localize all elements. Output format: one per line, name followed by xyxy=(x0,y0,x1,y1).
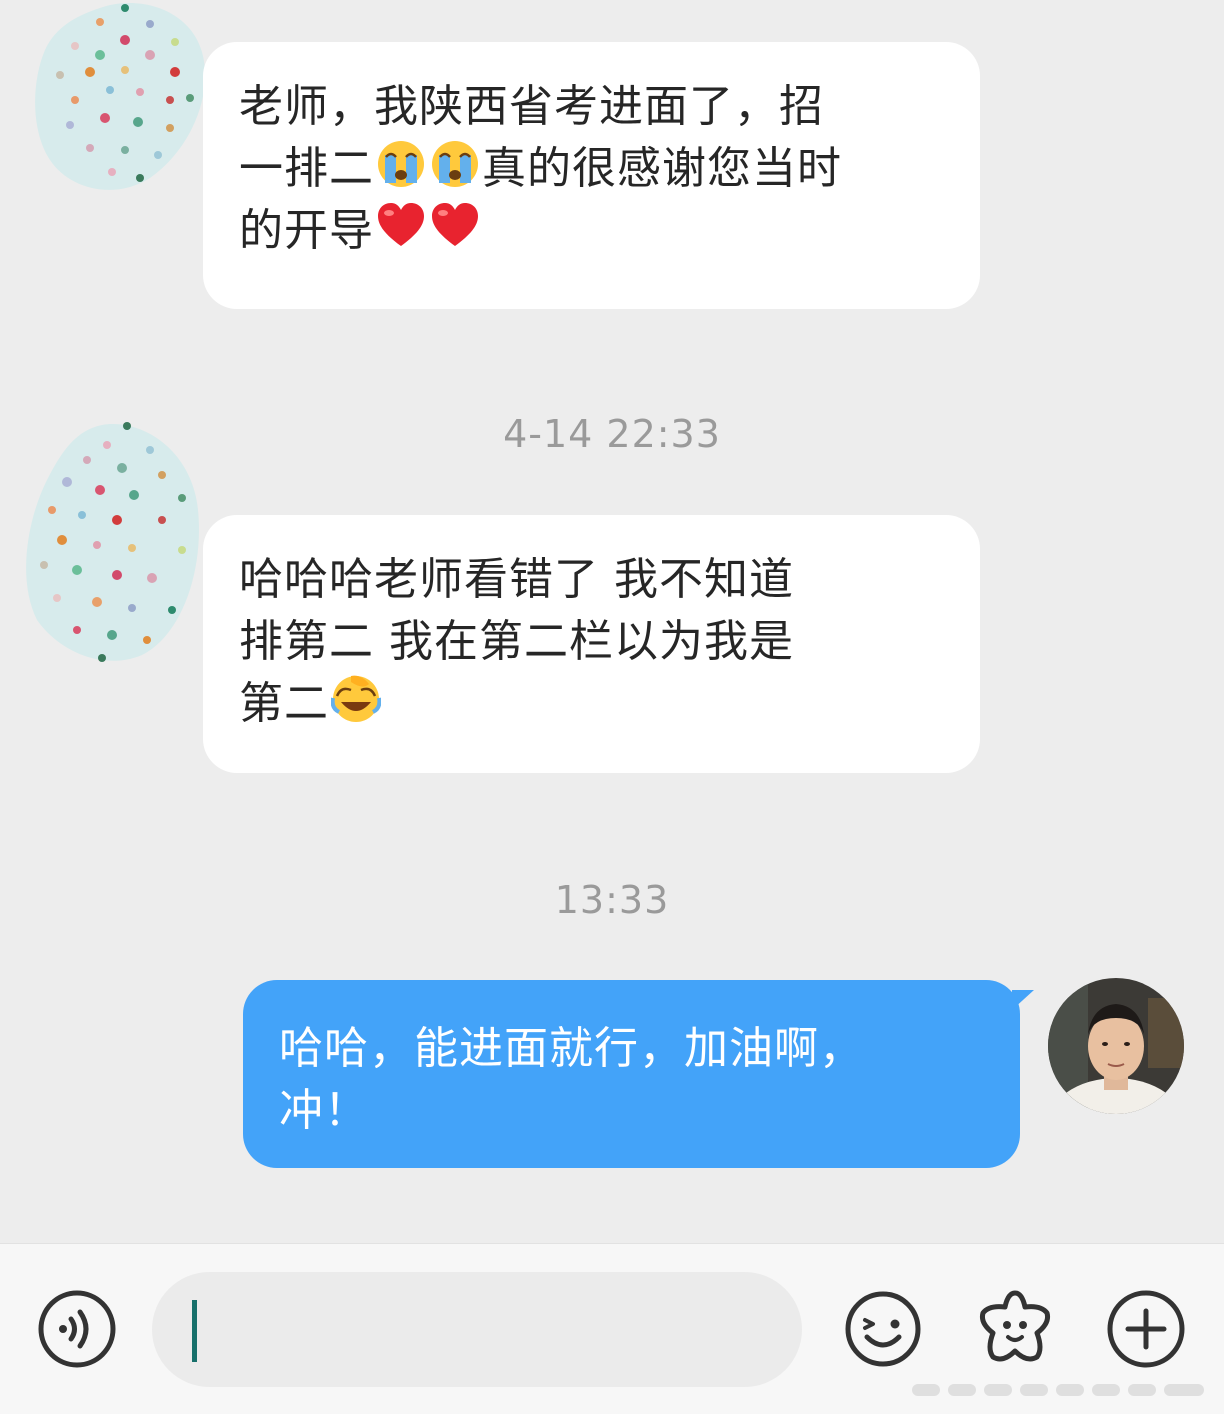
message-line: 的开导 xyxy=(239,200,950,262)
red-heart-icon xyxy=(378,203,424,246)
contact-avatar[interactable] xyxy=(22,420,202,662)
message-line: 一排二 真的很感谢您当时 xyxy=(239,138,950,200)
red-heart-icon xyxy=(432,203,478,246)
message-input[interactable] xyxy=(152,1272,802,1387)
message-bubble-incoming[interactable]: 老师，我陕西省考进面了，招 一排二 真的很感谢您当时 的开导 xyxy=(203,42,980,309)
laughing-crying-face-icon xyxy=(331,675,381,722)
timestamp: 13:33 xyxy=(554,878,670,922)
bubble-tail xyxy=(1012,990,1034,1010)
crying-face-icon xyxy=(432,141,478,187)
message-line: 第二 xyxy=(239,673,950,735)
voice-input-icon[interactable] xyxy=(37,1289,117,1369)
message-line: 冲！ xyxy=(279,1085,369,1136)
input-bar xyxy=(0,1243,1224,1414)
my-avatar[interactable] xyxy=(1048,978,1184,1114)
message-line: 排第二 我在第二栏以为我是 xyxy=(239,616,794,667)
emoji-icon[interactable] xyxy=(843,1289,923,1369)
contact-avatar[interactable] xyxy=(30,0,210,195)
message-bubble-incoming[interactable]: 哈哈哈老师看错了 我不知道 排第二 我在第二栏以为我是 第二 xyxy=(203,515,980,773)
message-line: 老师，我陕西省考进面了，招 xyxy=(239,81,824,132)
message-bubble-outgoing[interactable]: 哈哈，能进面就行，加油啊， 冲！ xyxy=(243,980,1034,1168)
sticker-icon[interactable] xyxy=(975,1287,1055,1367)
crying-face-icon xyxy=(378,141,424,187)
chat-area[interactable]: 老师，我陕西省考进面了，招 一排二 真的很感谢您当时 的开导 4-14 22:33 xyxy=(0,0,1224,1243)
message-line: 哈哈哈老师看错了 我不知道 xyxy=(239,554,794,605)
text-caret xyxy=(192,1300,197,1362)
watermark xyxy=(912,1374,1212,1404)
message-line: 哈哈，能进面就行，加油啊， xyxy=(279,1023,864,1074)
add-icon[interactable] xyxy=(1106,1289,1186,1369)
